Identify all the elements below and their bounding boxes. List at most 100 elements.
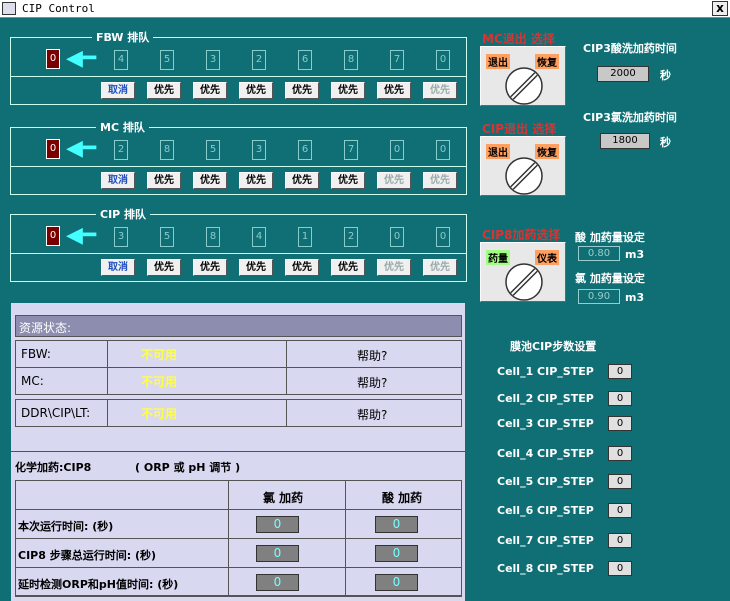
cell-step-field[interactable]: 0 (608, 416, 632, 431)
rotary-knob-icon (505, 157, 543, 195)
cl-time-unit: 秒 (660, 136, 671, 149)
priority-button[interactable]: 优先 (285, 172, 319, 189)
acid-amount-label: 酸 加药量设定 (575, 231, 645, 244)
cl-amount-field[interactable]: 0.90 (578, 289, 620, 304)
help-link[interactable]: 帮助? (357, 347, 387, 364)
priority-button[interactable]: 优先 (147, 259, 181, 276)
priority-button[interactable]: 优先 (239, 172, 273, 189)
cell-step-label: Cell_4 CIP_STEP (497, 447, 594, 460)
queue-arrow-icon: ◀━ (66, 223, 97, 248)
steps-title: 膜池CIP步数设置 (510, 340, 597, 353)
priority-button[interactable]: 优先 (423, 172, 457, 189)
selector-switch[interactable]: 退出 恢复 (480, 46, 566, 106)
priority-button[interactable]: 优先 (239, 259, 273, 276)
queue-slot: 0 (390, 227, 404, 247)
cell-step-field[interactable]: 0 (608, 391, 632, 406)
chem-cell: 0 (345, 509, 462, 539)
priority-button[interactable]: 优先 (285, 82, 319, 99)
chem-cl-value: 0 (256, 516, 299, 533)
priority-button[interactable]: 优先 (147, 82, 181, 99)
queue-title: CIP 排队 (96, 206, 151, 222)
help-link[interactable]: 帮助? (357, 406, 387, 423)
priority-button[interactable]: 优先 (285, 259, 319, 276)
resource-header: 资源状态: (19, 321, 72, 335)
queue-slot: 7 (390, 50, 404, 70)
resource-help-cell[interactable]: 帮助? (286, 340, 462, 368)
resource-header-row: 资源状态: (15, 315, 462, 337)
cl-amount-unit: m3 (625, 291, 645, 304)
chem-cell: 延时检测ORP和pH值时间: (秒) (15, 567, 229, 597)
cell-step-label: Cell_1 CIP_STEP (497, 365, 594, 378)
cell-step-label: Cell_8 CIP_STEP (497, 562, 594, 575)
window-title: CIP Control (22, 2, 95, 15)
priority-button[interactable]: 优先 (423, 82, 457, 99)
queue-slot: 5 (160, 227, 174, 247)
chem-subtitle: ( ORP 或 pH 调节 ) (135, 461, 241, 474)
cell-step-label: Cell_5 CIP_STEP (497, 475, 594, 488)
chem-cl-value: 0 (256, 545, 299, 562)
queue-slot: 5 (206, 140, 220, 160)
queue-slot: 4 (114, 50, 128, 70)
chem-acid-value: 0 (375, 545, 418, 562)
app-icon (2, 2, 16, 15)
acid-time-label: CIP3酸洗加药时间 (583, 42, 677, 55)
close-button[interactable]: x (712, 1, 728, 16)
acid-time-field[interactable]: 2000 (597, 66, 649, 82)
queue-active-slot: 0 (46, 49, 60, 69)
queue-slot: 0 (436, 50, 450, 70)
cell-step-field[interactable]: 0 (608, 533, 632, 548)
resource-help-cell[interactable]: 帮助? (286, 399, 462, 427)
cell-step-field[interactable]: 0 (608, 364, 632, 379)
resource-name: DDR\CIP\LT: (21, 406, 91, 420)
cancel-button[interactable]: 取消 (101, 82, 135, 99)
cancel-button[interactable]: 取消 (101, 172, 135, 189)
chem-col-acid: 酸 加药 (382, 491, 423, 505)
priority-button[interactable]: 优先 (193, 172, 227, 189)
priority-button[interactable]: 优先 (193, 259, 227, 276)
acid-amount-field[interactable]: 0.80 (578, 246, 620, 261)
priority-button[interactable]: 优先 (239, 82, 273, 99)
selector-title: MC退出 选择 (482, 32, 555, 46)
cell-step-field[interactable]: 0 (608, 474, 632, 489)
status-badge: 不可用 (141, 407, 178, 421)
resource-name-cell: MC: (15, 367, 108, 395)
cell-step-label: Cell_7 CIP_STEP (497, 534, 594, 547)
selector-switch[interactable]: 药量 仪表 (480, 242, 566, 302)
chem-cell: 0 (228, 567, 346, 597)
queue-arrow-icon: ◀━ (66, 136, 97, 161)
status-panel: 资源状态: FBW: 不可用 帮助? MC: 不可用 帮助? DDR\CIP\LT: 不可用帮… (11, 303, 465, 601)
divider (11, 451, 465, 452)
priority-button[interactable]: 优先 (331, 259, 365, 276)
priority-button[interactable]: 优先 (331, 172, 365, 189)
selector-switch[interactable]: 退出 恢复 (480, 136, 566, 196)
acid-time-unit: 秒 (660, 69, 671, 82)
cl-time-label: CIP3氯洗加药时间 (583, 111, 677, 124)
resource-help-cell[interactable]: 帮助? (286, 367, 462, 395)
cl-time-field[interactable]: 1800 (600, 133, 650, 149)
cell-step-field[interactable]: 0 (608, 503, 632, 518)
status-badge: 不可用 (141, 348, 178, 362)
queue-slot: 2 (252, 50, 266, 70)
priority-button[interactable]: 优先 (377, 172, 411, 189)
priority-button[interactable]: 优先 (193, 82, 227, 99)
queue-divider (10, 166, 467, 167)
chem-cell: 0 (228, 538, 346, 568)
chem-cell: 0 (345, 567, 462, 597)
chem-row-label: 本次运行时间: (秒) (18, 520, 114, 533)
priority-button[interactable]: 优先 (331, 82, 365, 99)
priority-button[interactable]: 优先 (377, 259, 411, 276)
title-bar: CIP Control x (0, 0, 730, 18)
queue-slot: 0 (390, 140, 404, 160)
cancel-button[interactable]: 取消 (101, 259, 135, 276)
cell-step-field[interactable]: 0 (608, 446, 632, 461)
priority-button[interactable]: 优先 (377, 82, 411, 99)
help-link[interactable]: 帮助? (357, 374, 387, 391)
chem-header-blank (15, 480, 229, 510)
selector-title: CIP8加药选择 (482, 228, 561, 242)
acid-amount-unit: m3 (625, 248, 645, 261)
rotary-knob-icon (505, 67, 543, 105)
queue-slot: 4 (252, 227, 266, 247)
cell-step-field[interactable]: 0 (608, 561, 632, 576)
priority-button[interactable]: 优先 (147, 172, 181, 189)
priority-button[interactable]: 优先 (423, 259, 457, 276)
